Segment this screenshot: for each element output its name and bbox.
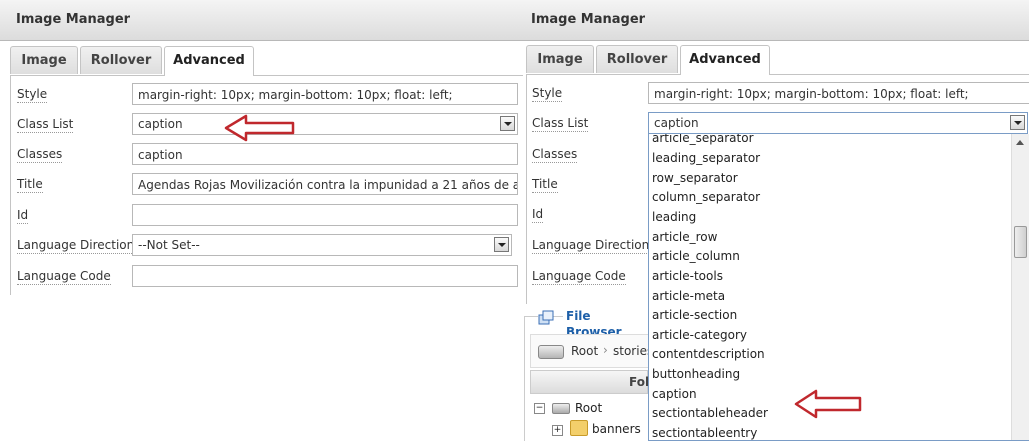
right-language-code-label: Language Code (532, 269, 626, 285)
dropdown-option[interactable]: article_separator (652, 134, 754, 147)
left-class-list-dropdown-button[interactable] (500, 116, 515, 131)
right-title-label: Title (532, 177, 558, 193)
left-classes-label: Classes (17, 147, 63, 163)
left-tab-image[interactable]: Image (10, 46, 78, 74)
right-class-list-dropdown-button[interactable] (1010, 115, 1025, 130)
right-red-arrow-icon (794, 389, 862, 419)
dropdown-option[interactable]: article-category (652, 326, 747, 344)
right-language-direction-label: Language Direction (532, 238, 650, 254)
right-class-list-label: Class List (532, 116, 589, 132)
dropdown-option[interactable]: sectiontableentry (652, 424, 757, 440)
dropdown-option[interactable]: article-meta (652, 287, 725, 305)
left-id-input[interactable] (132, 204, 518, 226)
right-class-list-value: caption (654, 116, 699, 130)
left-row-language-direction: Language Direction --Not Set-- (16, 234, 516, 258)
right-row-id: Id (531, 203, 651, 227)
dropdown-scrollbar[interactable] (1011, 134, 1029, 440)
dropdown-option[interactable]: contentdescription (652, 345, 765, 363)
right-dialog-title: Image Manager (531, 12, 646, 27)
right-row-language-code: Language Code (531, 265, 651, 289)
file-browser-icon (538, 310, 554, 325)
left-dialog-title: Image Manager (16, 12, 131, 27)
left-row-id: Id (16, 204, 518, 228)
expand-icon[interactable]: + (552, 425, 563, 436)
dropdown-option[interactable]: article-section (652, 306, 737, 324)
dropdown-option[interactable]: sectiontableheader (652, 404, 768, 422)
right-style-label: Style (532, 86, 563, 102)
dropdown-option[interactable]: buttonheading (652, 365, 740, 383)
left-language-code-label: Language Code (17, 269, 111, 285)
dropdown-option[interactable]: article_column (652, 247, 740, 265)
right-class-list-select[interactable]: caption (648, 112, 1028, 134)
left-language-code-input[interactable] (132, 265, 518, 287)
left-row-style: Style margin-right: 10px; margin-bottom:… (16, 83, 518, 107)
dropdown-option[interactable]: article_row (652, 228, 717, 246)
path-root-link[interactable]: Root (571, 344, 598, 358)
collapse-icon[interactable]: − (534, 403, 545, 414)
right-row-class-list: Class List caption (531, 112, 1029, 136)
folders-header: Fol (530, 370, 650, 394)
right-id-label: Id (532, 207, 544, 223)
left-title-input[interactable]: Agendas Rojas Movilización contra la imp… (132, 173, 518, 195)
right-row-title: Title (531, 173, 651, 197)
file-browser-section: File Browser Root › stories Fol − Root +… (524, 308, 653, 441)
tree-banners-label[interactable]: banners (592, 422, 641, 436)
right-tab-image[interactable]: Image (526, 45, 594, 73)
scroll-thumb[interactable] (1014, 226, 1027, 258)
left-red-arrow-icon (224, 114, 295, 142)
left-row-classes: Classes caption (16, 143, 518, 167)
folders-header-label: Fol (629, 375, 650, 389)
left-row-title: Title Agendas Rojas Movilización contra … (16, 173, 518, 197)
left-row-language-code: Language Code (16, 265, 518, 289)
dropdown-option[interactable]: article-tools (652, 267, 723, 285)
dropdown-option[interactable]: caption (652, 385, 697, 403)
right-dialog-titlebar: Image Manager (523, 0, 1029, 41)
right-row-language-direction: Language Direction (531, 234, 651, 258)
tree-root-label[interactable]: Root (575, 401, 602, 415)
left-tab-rollover[interactable]: Rollover (80, 46, 162, 74)
left-title-label: Title (17, 177, 43, 193)
left-class-list-select[interactable]: caption (132, 113, 518, 135)
left-style-input[interactable]: margin-right: 10px; margin-bottom: 10px;… (132, 83, 518, 105)
left-classes-input[interactable]: caption (132, 143, 518, 165)
left-style-label: Style (17, 87, 48, 103)
left-language-direction-value: --Not Set-- (138, 238, 200, 252)
left-language-direction-label: Language Direction (17, 238, 135, 254)
dropdown-option[interactable]: column_separator (652, 188, 760, 206)
right-row-classes: Classes (531, 143, 651, 167)
file-browser-pathbar: Root › stories (530, 334, 653, 368)
left-image-manager-panel: Image Manager Image Rollover Advanced St… (0, 0, 523, 295)
left-class-list-value: caption (138, 117, 183, 131)
right-tab-rollover[interactable]: Rollover (596, 45, 678, 73)
right-classes-label: Classes (532, 147, 578, 163)
left-id-label: Id (17, 208, 29, 224)
path-separator: › (603, 343, 608, 357)
right-row-style: Style margin-right: 10px; margin-bottom:… (531, 82, 1029, 106)
tree-root-drive-icon (552, 403, 570, 414)
dropdown-option[interactable]: leading_separator (652, 149, 760, 167)
left-language-direction-dropdown-button[interactable] (494, 237, 509, 252)
left-class-list-label: Class List (17, 117, 74, 133)
right-style-input[interactable]: margin-right: 10px; margin-bottom: 10px;… (648, 82, 1029, 104)
left-dialog-titlebar: Image Manager (0, 0, 523, 41)
scroll-up-icon[interactable] (1016, 140, 1024, 145)
drive-icon (538, 345, 564, 359)
dropdown-option[interactable]: row_separator (652, 169, 738, 187)
folder-tree: − Root + banners (530, 394, 648, 440)
dropdown-option[interactable]: leading (652, 208, 696, 226)
right-tab-advanced[interactable]: Advanced (680, 45, 770, 75)
left-tab-advanced[interactable]: Advanced (164, 46, 254, 76)
left-language-direction-select[interactable]: --Not Set-- (132, 234, 512, 256)
folder-icon (570, 420, 588, 436)
